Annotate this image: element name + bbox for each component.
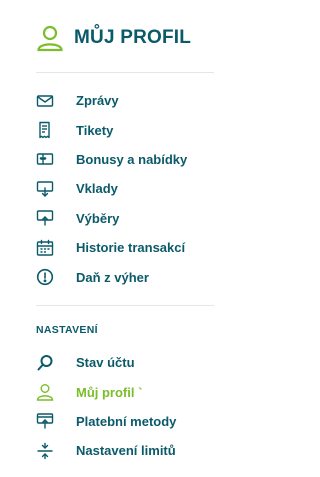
profile-header: MŮJ PROFIL bbox=[36, 24, 191, 52]
menu-item-vklady[interactable]: Vklady bbox=[36, 174, 236, 203]
page-title: MŮJ PROFIL bbox=[74, 27, 192, 48]
menu-item-label: Můj profil ` bbox=[76, 384, 143, 400]
menu-item-label: Výběry bbox=[76, 210, 120, 226]
withdrawal-icon bbox=[36, 210, 54, 226]
payment-method-icon bbox=[36, 413, 54, 430]
menu-item-bonusy[interactable]: Bonusy a nabídky bbox=[36, 145, 236, 174]
profile-menu-panel: MŮJ PROFIL Zprávy Tikety Bonusy a nabídk… bbox=[0, 0, 246, 477]
menu-item-label: Daň z výher bbox=[76, 269, 149, 285]
user-icon bbox=[36, 384, 54, 401]
settings-menu: Stav účtu Můj profil ` Platební metody N… bbox=[36, 348, 236, 466]
menu-item-label: Zprávy bbox=[76, 93, 119, 109]
menu-item-label: Vklady bbox=[76, 181, 118, 197]
menu-item-dan[interactable]: Daň z výher bbox=[36, 262, 236, 291]
menu-item-stav-uctu[interactable]: Stav účtu bbox=[36, 348, 236, 377]
menu-item-nastaveni-limitu[interactable]: Nastavení limitů bbox=[36, 436, 236, 465]
menu-item-vybery[interactable]: Výběry bbox=[36, 204, 236, 233]
ticket-icon bbox=[39, 121, 50, 139]
menu-item-label: Bonusy a nabídky bbox=[76, 151, 188, 167]
gift-card-icon bbox=[36, 153, 54, 166]
main-menu: Zprávy Tikety Bonusy a nabídky Vklady Vý… bbox=[36, 86, 236, 292]
exclamation-icon bbox=[36, 268, 54, 286]
menu-item-label: Platební metody bbox=[76, 413, 177, 429]
limits-icon bbox=[37, 442, 53, 460]
menu-item-label: Stav účtu bbox=[76, 355, 135, 371]
settings-section-title: NASTAVENÍ bbox=[36, 324, 98, 336]
menu-item-label: Tikety bbox=[76, 122, 114, 138]
deposit-icon bbox=[36, 181, 54, 197]
divider-middle bbox=[36, 305, 214, 306]
user-icon bbox=[37, 25, 63, 52]
calendar-icon bbox=[36, 239, 54, 256]
envelope-icon bbox=[36, 94, 54, 107]
menu-item-label: Historie transakcí bbox=[76, 240, 186, 256]
menu-item-muj-profil[interactable]: Můj profil ` bbox=[36, 377, 236, 406]
search-icon bbox=[37, 354, 53, 371]
menu-item-tikety[interactable]: Tikety bbox=[36, 115, 236, 144]
menu-item-platebni-metody[interactable]: Platební metody bbox=[36, 407, 236, 436]
menu-item-zpravy[interactable]: Zprávy bbox=[36, 86, 236, 115]
menu-item-historie[interactable]: Historie transakcí bbox=[36, 233, 236, 262]
menu-item-label: Nastavení limitů bbox=[76, 443, 176, 459]
divider-top bbox=[36, 72, 214, 73]
